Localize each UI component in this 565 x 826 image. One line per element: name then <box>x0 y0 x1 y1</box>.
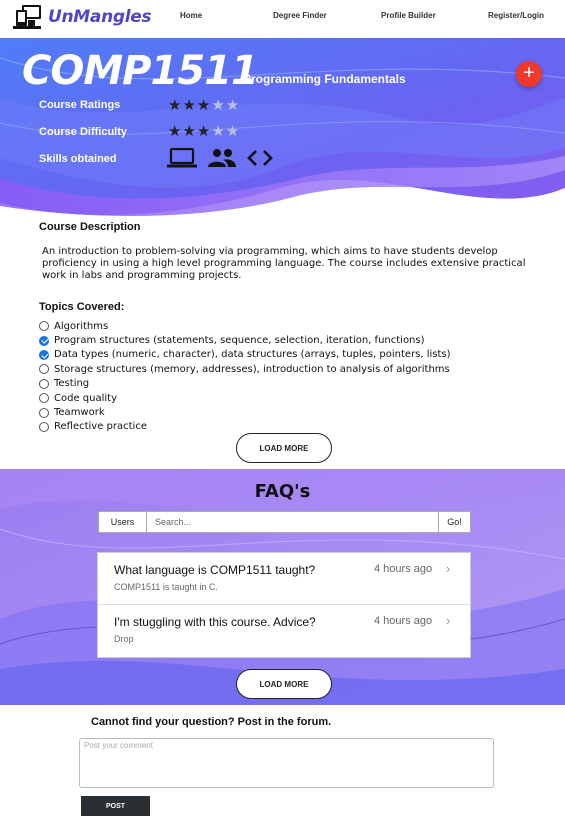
add-course-button[interactable]: + <box>516 61 542 87</box>
faq-search-input[interactable] <box>147 512 438 532</box>
faq-list: What language is COMP1511 taught? COMP15… <box>97 552 471 658</box>
forum-prompt: Cannot find your question? Post in the f… <box>91 716 332 728</box>
star-empty-icon: ★ <box>211 123 226 140</box>
logo-icon[interactable] <box>12 4 44 32</box>
topic-item[interactable]: Reflective practice <box>39 420 451 434</box>
topic-label: Storage structures (memory, addresses), … <box>54 363 450 375</box>
nav-profile-builder[interactable]: Profile Builder <box>381 11 436 20</box>
course-hero: COMP1511 Programming Fundamentals + Cour… <box>0 38 565 220</box>
faq-search-bar: Users Go! <box>98 511 471 533</box>
topic-item[interactable]: Teamwork <box>39 405 451 419</box>
course-code: COMP1511 <box>22 48 259 94</box>
load-more-faq-button[interactable]: LOAD MORE <box>236 669 332 699</box>
faq-answer: Drop <box>114 634 134 644</box>
nav-home[interactable]: Home <box>180 11 202 20</box>
nav-degree-finder[interactable]: Degree Finder <box>273 11 327 20</box>
star-filled-icon: ★ <box>196 97 212 114</box>
topic-checkbox[interactable] <box>39 349 49 360</box>
topic-checkbox[interactable] <box>39 321 49 332</box>
faq-answer: COMP1511 is taught in C. <box>114 582 218 592</box>
topic-checkbox[interactable] <box>39 407 49 418</box>
brand-name[interactable]: UnMangles <box>48 7 152 27</box>
faq-timestamp: 4 hours ago <box>374 615 433 627</box>
star-empty-icon: ★ <box>211 97 226 114</box>
star-empty-icon: ★ <box>225 97 241 114</box>
topics-title: Topics Covered: <box>39 301 125 313</box>
topic-label: Testing <box>54 378 90 390</box>
skills-icons <box>167 148 273 168</box>
topics-list: Algorithms Program structures (statement… <box>39 319 451 434</box>
topic-checkbox[interactable] <box>39 364 49 375</box>
nav-register-login[interactable]: Register/Login <box>488 11 544 20</box>
top-nav: UnMangles Home Degree Finder Profile Bui… <box>0 0 565 38</box>
topic-label: Reflective practice <box>54 421 147 433</box>
faq-title: FAQ's <box>254 481 311 502</box>
search-scope-dropdown[interactable]: Users <box>99 512 147 532</box>
star-filled-icon: ★ <box>182 123 197 140</box>
topic-checkbox[interactable] <box>39 378 49 389</box>
chevron-right-icon: › <box>446 613 451 628</box>
star-filled-icon: ★ <box>168 123 183 140</box>
skills-label: Skills obtained <box>39 153 117 165</box>
star-empty-icon: ★ <box>225 123 241 140</box>
topic-item[interactable]: Code quality <box>39 391 451 405</box>
faq-section: FAQ's Users Go! What language is COMP151… <box>0 469 565 705</box>
topic-label: Data types (numeric, character), data st… <box>54 349 451 361</box>
topic-item[interactable]: Testing <box>39 377 451 391</box>
faq-item[interactable]: I'm stuggling with this course. Advice? … <box>98 605 470 657</box>
plus-icon: + <box>523 62 535 84</box>
topic-label: Teamwork <box>54 407 105 419</box>
topic-item[interactable]: Data types (numeric, character), data st… <box>39 348 451 362</box>
topic-label: Program structures (statements, sequence… <box>54 335 425 347</box>
topic-checkbox[interactable] <box>39 393 49 404</box>
difficulty-stars: ★★★★★ <box>168 124 240 139</box>
topic-item[interactable]: Algorithms <box>39 319 451 333</box>
faq-item[interactable]: What language is COMP1511 taught? COMP15… <box>98 553 470 605</box>
ratings-label: Course Ratings <box>39 99 121 111</box>
description-title: Course Description <box>39 221 141 233</box>
topic-checkbox[interactable] <box>39 335 49 346</box>
faq-timestamp: 4 hours ago <box>374 563 433 575</box>
people-icon <box>208 149 236 167</box>
course-description: An introduction to problem-solving via p… <box>42 246 526 281</box>
code-icon <box>247 150 273 166</box>
laptop-icon <box>167 148 197 168</box>
star-filled-icon: ★ <box>196 123 212 140</box>
difficulty-label: Course Difficulty <box>39 126 128 138</box>
ratings-stars: ★★★★★ <box>168 98 240 113</box>
topic-label: Code quality <box>54 392 117 404</box>
comment-input[interactable] <box>79 738 494 788</box>
chevron-right-icon: › <box>446 561 451 576</box>
post-button[interactable]: POST <box>81 796 150 816</box>
star-filled-icon: ★ <box>182 97 197 114</box>
load-more-topics-button[interactable]: LOAD MORE <box>236 433 332 463</box>
search-go-button[interactable]: Go! <box>438 512 470 532</box>
topic-item[interactable]: Program structures (statements, sequence… <box>39 333 451 347</box>
topic-label: Algorithms <box>54 320 109 332</box>
topic-item[interactable]: Storage structures (memory, addresses), … <box>39 362 451 376</box>
star-filled-icon: ★ <box>168 97 183 114</box>
topic-checkbox[interactable] <box>39 421 49 432</box>
course-name: Programming Fundamentals <box>243 72 406 86</box>
